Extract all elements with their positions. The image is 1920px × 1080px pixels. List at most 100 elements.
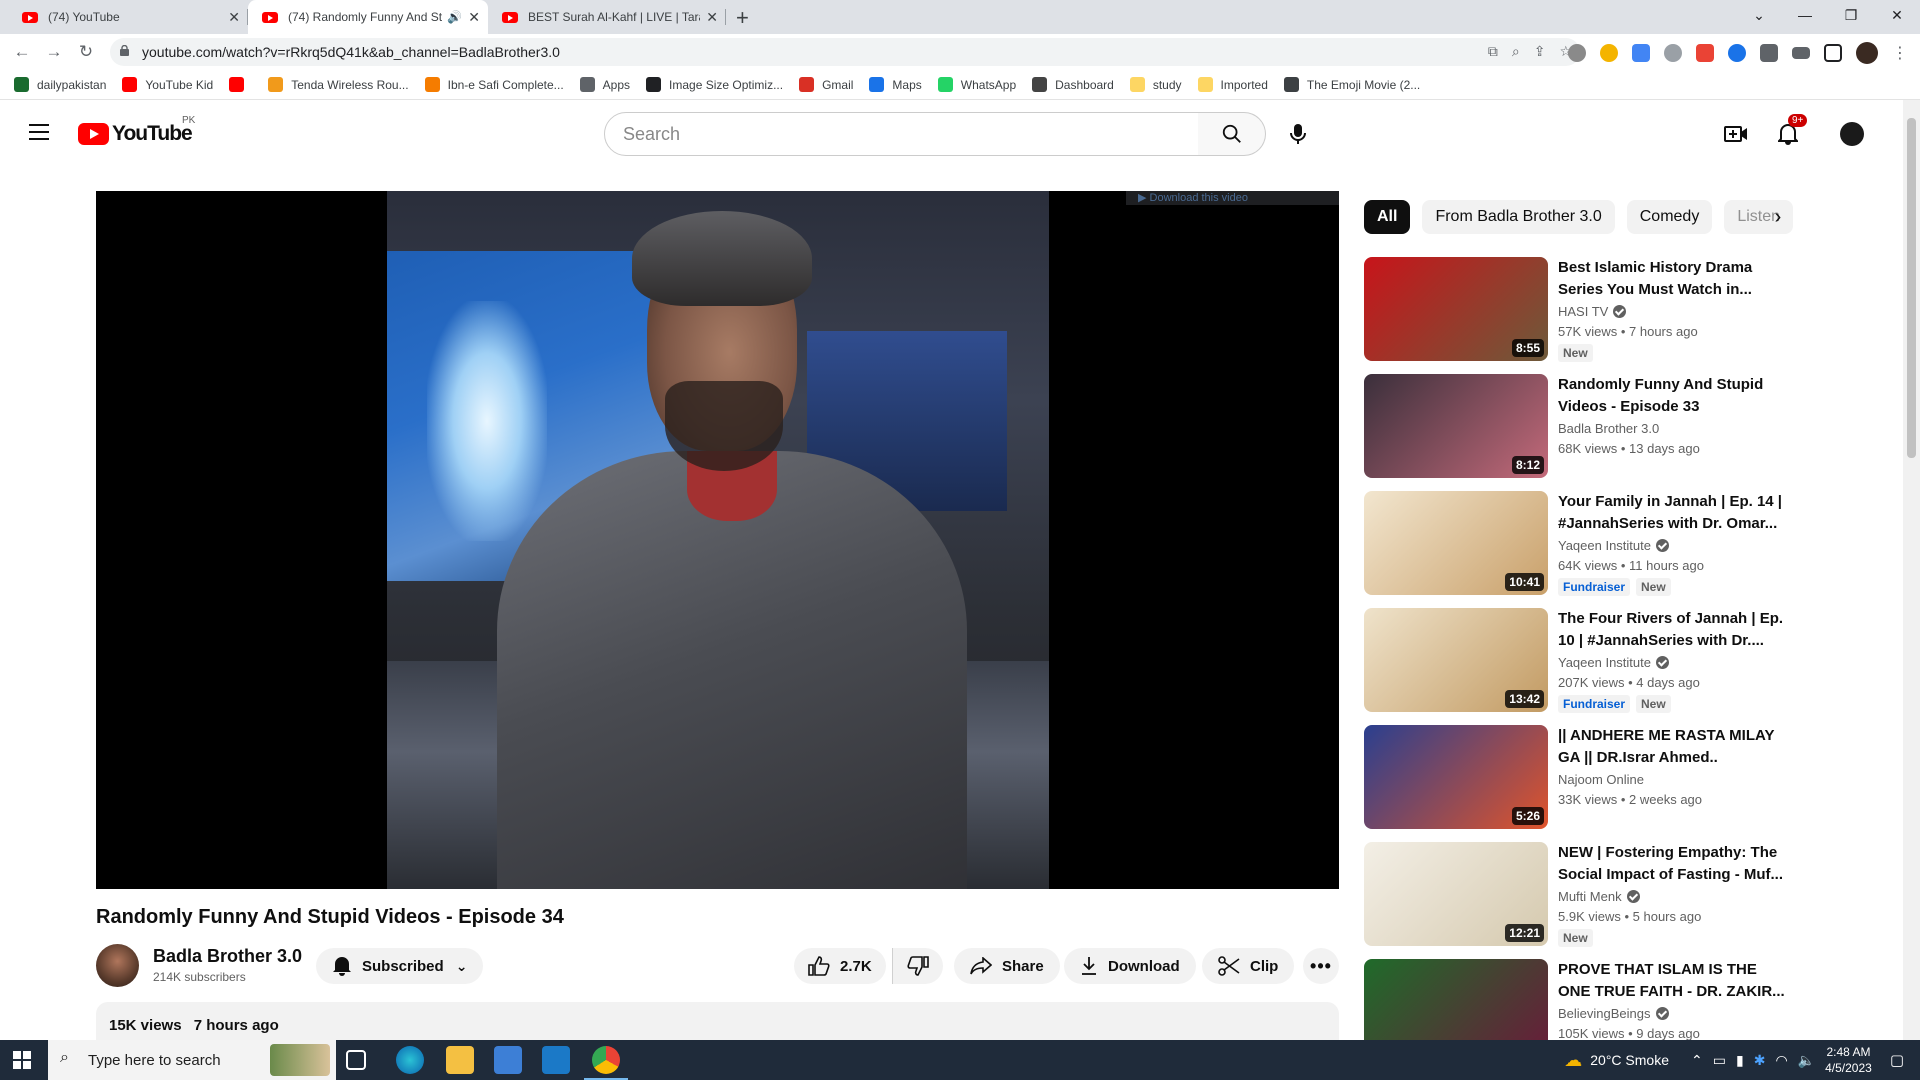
recommendation-title[interactable]: Your Family in Jannah | Ep. 14 | #Jannah… [1558,491,1786,535]
network-icon[interactable]: ▭ [1713,1052,1726,1069]
speaker-icon[interactable]: 🔊 [447,10,462,24]
tab-search-chevron-icon[interactable]: ⌄ [1736,0,1782,30]
recommendation-title[interactable]: The Four Rivers of Jannah | Ep. 10 | #Ja… [1558,608,1786,652]
recommendation-thumbnail[interactable]: 10:41 [1364,491,1548,595]
windows-start-icon[interactable] [13,1051,31,1069]
bookmark-item[interactable]: Gmail [799,77,853,92]
recommendation-channel[interactable]: Mufti Menk [1558,889,1640,904]
reading-list-icon[interactable] [1792,47,1810,59]
chip-from-channel[interactable]: From Badla Brother 3.0 [1422,200,1615,234]
volume-icon[interactable]: 🔈 [1798,1052,1815,1069]
download-button[interactable]: Download [1064,948,1196,984]
recommendation-item[interactable]: 8:12 Randomly Funny And Stupid Videos - E… [1364,374,1784,491]
browser-tab-current-video[interactable]: (74) Randomly Funny And St 🔊 ✕ [248,0,488,34]
share-page-icon[interactable]: ⇪ [1534,43,1546,60]
recommendation-item[interactable]: 13:42 The Four Rivers of Jannah | Ep. 10 … [1364,608,1784,725]
zoom-icon[interactable]: ⌕ [1512,43,1520,60]
recommendation-channel[interactable]: Yaqeen Institute [1558,655,1669,670]
chevron-right-icon[interactable]: › [1766,205,1790,229]
bookmark-item[interactable]: WhatsApp [937,77,1016,92]
recommendation-channel[interactable]: Badla Brother 3.0 [1558,421,1659,436]
wifi-icon[interactable]: ◠ [1775,1052,1787,1069]
create-video-button[interactable] [1720,118,1752,150]
recommendation-thumbnail[interactable]: 5:26 [1364,725,1548,829]
extension-icon[interactable] [1728,44,1746,62]
microsoft-store-icon[interactable] [494,1046,522,1074]
restore-button[interactable]: ❐ [1828,0,1874,30]
bookmark-item[interactable]: dailypakistan [14,77,106,92]
extension-icon[interactable] [1632,44,1650,62]
close-tab-icon[interactable]: ✕ [228,9,240,26]
menu-hamburger-icon[interactable] [29,124,49,140]
recommendation-item[interactable]: 5:26 || ANDHERE ME RASTA MILAY GA || DR.I… [1364,725,1784,842]
recommendation-title[interactable]: Randomly Funny And Stupid Videos - Episo… [1558,374,1786,418]
extension-icon[interactable] [1600,44,1618,62]
clock[interactable]: 2:48 AM 4/5/2023 [1825,1044,1872,1076]
bookmark-item[interactable] [229,77,252,92]
recommendation-channel[interactable]: Yaqeen Institute [1558,538,1669,553]
recommendation-item[interactable]: 12:21 NEW | Fostering Empathy: The Social… [1364,842,1784,959]
bookmark-item[interactable]: Maps [869,77,922,92]
browser-tab-surah-kahf[interactable]: BEST Surah Al-Kahf | LIVE | Taraw ✕ [488,0,726,34]
description-box[interactable]: 15K views 7 hours ago [96,1002,1339,1042]
download-video-overlay[interactable]: ▶ Download this video [1126,191,1339,205]
bookmark-item[interactable]: Tenda Wireless Rou... [268,77,409,92]
file-explorer-icon[interactable] [446,1046,474,1074]
recommendation-thumbnail[interactable]: 8:55 [1364,257,1548,361]
search-button[interactable] [1198,112,1266,156]
like-button[interactable]: 2.7K [794,948,886,984]
bookmark-item[interactable]: The Emoji Movie (2... [1283,77,1420,92]
browser-menu-icon[interactable]: ⋮ [1892,43,1908,63]
more-actions-button[interactable]: ••• [1303,948,1339,984]
puzzle-extensions-icon[interactable] [1760,44,1778,62]
extension-icon[interactable] [1664,44,1682,62]
recommendation-item[interactable]: 8:55 Best Islamic History Drama Series Yo… [1364,257,1784,374]
side-panel-icon[interactable] [1824,44,1842,62]
search-input[interactable] [605,113,1198,155]
minimize-button[interactable]: — [1782,0,1828,30]
clip-button[interactable]: Clip [1202,948,1295,984]
bookmark-item[interactable]: study [1129,77,1182,92]
chip-comedy[interactable]: Comedy [1626,200,1713,234]
extension-icon[interactable] [1568,44,1586,62]
share-button[interactable]: Share [954,948,1060,984]
recommendation-channel[interactable]: Najoom Online [1558,772,1644,787]
youtube-logo[interactable]: YouTube PK [78,115,195,146]
notification-center-icon[interactable]: ▢ [1890,1051,1904,1069]
weather-text[interactable]: 20°C Smoke [1590,1052,1669,1068]
recommendation-title[interactable]: Best Islamic History Drama Series You Mu… [1558,257,1786,301]
mail-icon[interactable] [542,1046,570,1074]
voice-search-button[interactable] [1278,112,1318,156]
open-in-app-icon[interactable]: ⧉ [1488,43,1498,60]
taskbar-search-box[interactable]: ⌕ Type here to search [48,1040,336,1080]
bookmark-item[interactable]: YouTube Kid [122,77,213,92]
forward-arrow-icon[interactable]: → [42,40,66,64]
bookmark-item[interactable]: Imported [1197,77,1268,92]
recommendation-thumbnail[interactable]: 12:21 [1364,842,1548,946]
page-scrollbar[interactable] [1903,100,1920,1040]
bookmark-item[interactable]: Ibn-e Safi Complete... [424,77,564,92]
edge-icon[interactable] [396,1046,424,1074]
dislike-button[interactable] [892,948,943,984]
profile-avatar[interactable] [1856,42,1878,64]
bookmark-item[interactable]: Image Size Optimiz... [646,77,783,92]
recommendation-item[interactable]: 10:41 Your Family in Jannah | Ep. 14 | #J… [1364,491,1784,608]
close-window-button[interactable]: ✕ [1874,0,1920,30]
recommendation-channel[interactable]: BelievingBeings [1558,1006,1669,1021]
extension-icon[interactable] [1696,44,1714,62]
browser-tab-youtube-home[interactable]: (74) YouTube ✕ [8,0,248,34]
recommendation-thumbnail[interactable]: 8:12 [1364,374,1548,478]
recommendation-thumbnail[interactable]: 13:42 [1364,608,1548,712]
account-avatar[interactable] [1836,118,1868,150]
address-bar[interactable]: youtube.com/watch?v=rRkrq5dQ41k&ab_chann… [110,38,1580,66]
channel-avatar[interactable] [96,944,139,987]
close-tab-icon[interactable]: ✕ [706,9,718,26]
close-tab-icon[interactable]: ✕ [468,9,480,26]
chrome-icon[interactable] [584,1046,628,1080]
recommendation-title[interactable]: NEW | Fostering Empathy: The Social Impa… [1558,842,1786,886]
battery-icon[interactable]: ▮ [1736,1052,1744,1069]
recommendation-title[interactable]: PROVE THAT ISLAM IS THE ONE TRUE FAITH -… [1558,959,1786,1003]
recommendation-title[interactable]: || ANDHERE ME RASTA MILAY GA || DR.Israr… [1558,725,1786,769]
video-player[interactable]: ▶ Download this video [96,191,1339,889]
new-tab-button[interactable]: + [736,5,749,31]
